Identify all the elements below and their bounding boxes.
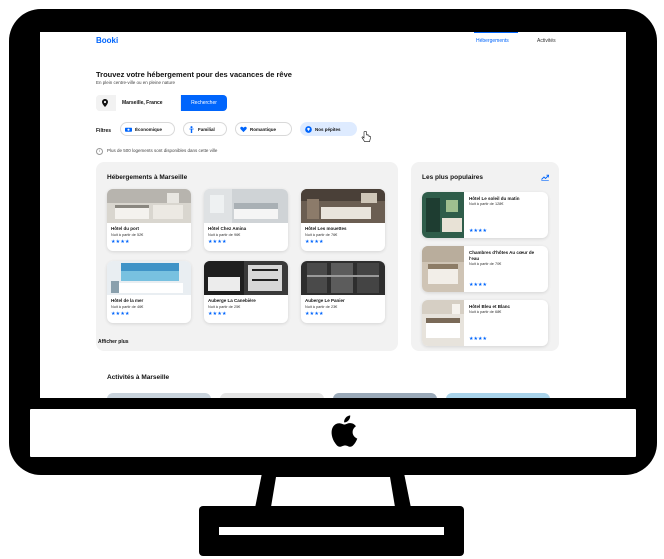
popular-title: Les plus populaires bbox=[422, 174, 484, 181]
popular-name: Hôtel Le soleil du matin bbox=[469, 196, 520, 201]
popular-name: Chambres d'hôtes Au cœur de l'eau bbox=[469, 250, 535, 261]
accommodation-name: Hôtel Les mouettes bbox=[305, 226, 347, 231]
search-input[interactable]: Marseille, France bbox=[116, 95, 180, 111]
filter-chip-label: Nos pépites bbox=[315, 127, 341, 132]
star-rating: ★★★★ bbox=[469, 336, 487, 342]
gem-icon bbox=[305, 126, 312, 133]
money-icon bbox=[125, 127, 132, 132]
accommodation-price: Nuit à partir de 76€ bbox=[305, 233, 338, 237]
search-button[interactable]: Rechercher bbox=[181, 95, 227, 111]
accommodation-price: Nuit à partir de 96€ bbox=[208, 233, 241, 237]
star-rating: ★★★★ bbox=[469, 228, 487, 234]
popular-price: Nuit à partir de 68€ bbox=[469, 310, 502, 314]
star-rating: ★★★★ bbox=[305, 239, 324, 245]
accommodation-photo bbox=[204, 189, 288, 223]
popular-photo bbox=[422, 300, 464, 346]
activity-card[interactable] bbox=[107, 393, 211, 398]
accommodation-name: Hôtel du port bbox=[111, 226, 139, 231]
heart-icon bbox=[240, 126, 247, 133]
accommodation-card[interactable]: Hôtel Les mouettes Nuit à partir de 76€ … bbox=[301, 189, 385, 251]
base-slot bbox=[219, 527, 444, 535]
filters-label: Filtres bbox=[96, 128, 112, 134]
filter-chip-economique[interactable]: Économique bbox=[120, 122, 175, 136]
nav-hebergements-label: Hébergements bbox=[476, 38, 509, 44]
nav-active-indicator bbox=[474, 32, 518, 33]
popular-photo bbox=[422, 246, 464, 292]
page-title: Trouvez votre hébergement pour des vacan… bbox=[96, 70, 292, 79]
popular-card[interactable]: Hôtel Le soleil du matin Nuit à partir d… bbox=[422, 192, 548, 238]
availability-info: i Plus de 500 logements sont disponibles … bbox=[96, 148, 217, 155]
apple-logo-icon bbox=[331, 415, 358, 447]
popular-card[interactable]: Hôtel Bleu et Blanc Nuit à partir de 68€… bbox=[422, 300, 548, 346]
star-rating: ★★★★ bbox=[305, 311, 324, 317]
accommodation-photo bbox=[301, 189, 385, 223]
monitor-frame: Booki Hébergements Activités Trouvez vot… bbox=[9, 9, 657, 475]
show-more-link[interactable]: Afficher plus bbox=[98, 339, 129, 345]
filter-chip-label: Romantique bbox=[250, 127, 277, 132]
accommodation-name: Auberge La Canebière bbox=[208, 298, 256, 303]
accommodation-name: Hôtel Chez Amina bbox=[208, 226, 247, 231]
accommodation-price: Nuit à partir de 52€ bbox=[111, 233, 144, 237]
info-icon: i bbox=[96, 148, 103, 155]
star-rating: ★★★★ bbox=[469, 282, 487, 288]
popular-price: Nuit à partir de 70€ bbox=[469, 262, 502, 266]
accommodations-panel: Hébergements à Marseille Hôtel du port N… bbox=[96, 162, 398, 351]
page-subtitle: En plein centre-ville ou en pleine natur… bbox=[96, 80, 176, 85]
activity-card[interactable] bbox=[446, 393, 550, 398]
popular-photo bbox=[422, 192, 464, 238]
nav-activites-label: Activités bbox=[537, 38, 556, 44]
family-icon bbox=[189, 126, 194, 133]
activities-title: Activités à Marseille bbox=[107, 374, 170, 381]
accommodations-title: Hébergements à Marseille bbox=[107, 174, 188, 181]
activity-card[interactable] bbox=[220, 393, 324, 398]
search-bar: Marseille, France Rechercher bbox=[96, 95, 227, 111]
filter-chip-label: Économique bbox=[135, 127, 163, 132]
nav-activites[interactable]: Activités bbox=[537, 38, 556, 44]
monitor-stand-base bbox=[199, 506, 464, 556]
filter-chip-romantique[interactable]: Romantique bbox=[235, 122, 292, 136]
accommodation-name: Hôtel de la mer bbox=[111, 298, 144, 303]
accommodation-card[interactable]: Hôtel du port Nuit à partir de 52€ ★★★★ bbox=[107, 189, 191, 251]
location-pin-icon bbox=[96, 95, 114, 111]
accommodation-photo bbox=[301, 261, 385, 295]
logo[interactable]: Booki bbox=[96, 36, 118, 45]
star-rating: ★★★★ bbox=[111, 239, 130, 245]
popular-card[interactable]: Chambres d'hôtes Au cœur de l'eau Nuit à… bbox=[422, 246, 548, 292]
star-rating: ★★★★ bbox=[208, 311, 227, 317]
accommodation-card[interactable]: Hôtel Chez Amina Nuit à partir de 96€ ★★… bbox=[204, 189, 288, 251]
accommodation-price: Nuit à partir de 23€ bbox=[305, 305, 338, 309]
popular-name: Hôtel Bleu et Blanc bbox=[469, 304, 511, 309]
monitor-chin bbox=[27, 406, 639, 460]
accommodation-price: Nuit à partir de 46€ bbox=[111, 305, 144, 309]
activity-card[interactable] bbox=[333, 393, 437, 398]
trending-icon bbox=[541, 174, 549, 181]
top-navbar: Booki Hébergements Activités bbox=[40, 32, 626, 50]
accommodation-name: Auberge Le Panier bbox=[305, 298, 345, 303]
screen: Booki Hébergements Activités Trouvez vot… bbox=[40, 32, 626, 398]
accommodation-price: Nuit à partir de 25€ bbox=[208, 305, 241, 309]
popular-price: Nuit à partir de 128€ bbox=[469, 202, 504, 206]
star-rating: ★★★★ bbox=[111, 311, 130, 317]
nav-hebergements[interactable]: Hébergements bbox=[474, 32, 518, 44]
accommodation-card[interactable]: Auberge Le Panier Nuit à partir de 23€ ★… bbox=[301, 261, 385, 323]
star-rating: ★★★★ bbox=[208, 239, 227, 245]
filter-chip-label: Familial bbox=[198, 127, 215, 132]
accommodation-card[interactable]: Auberge La Canebière Nuit à partir de 25… bbox=[204, 261, 288, 323]
accommodation-photo bbox=[107, 189, 191, 223]
accommodation-photo bbox=[107, 261, 191, 295]
accommodation-photo bbox=[204, 261, 288, 295]
filter-chip-nos-pepites[interactable]: Nos pépites bbox=[300, 122, 357, 136]
accommodation-card[interactable]: Hôtel de la mer Nuit à partir de 46€ ★★★… bbox=[107, 261, 191, 323]
mouse-cursor-icon bbox=[361, 131, 371, 142]
filter-chip-familial[interactable]: Familial bbox=[183, 122, 227, 136]
availability-text: Plus de 500 logements sont disponibles d… bbox=[107, 148, 218, 153]
